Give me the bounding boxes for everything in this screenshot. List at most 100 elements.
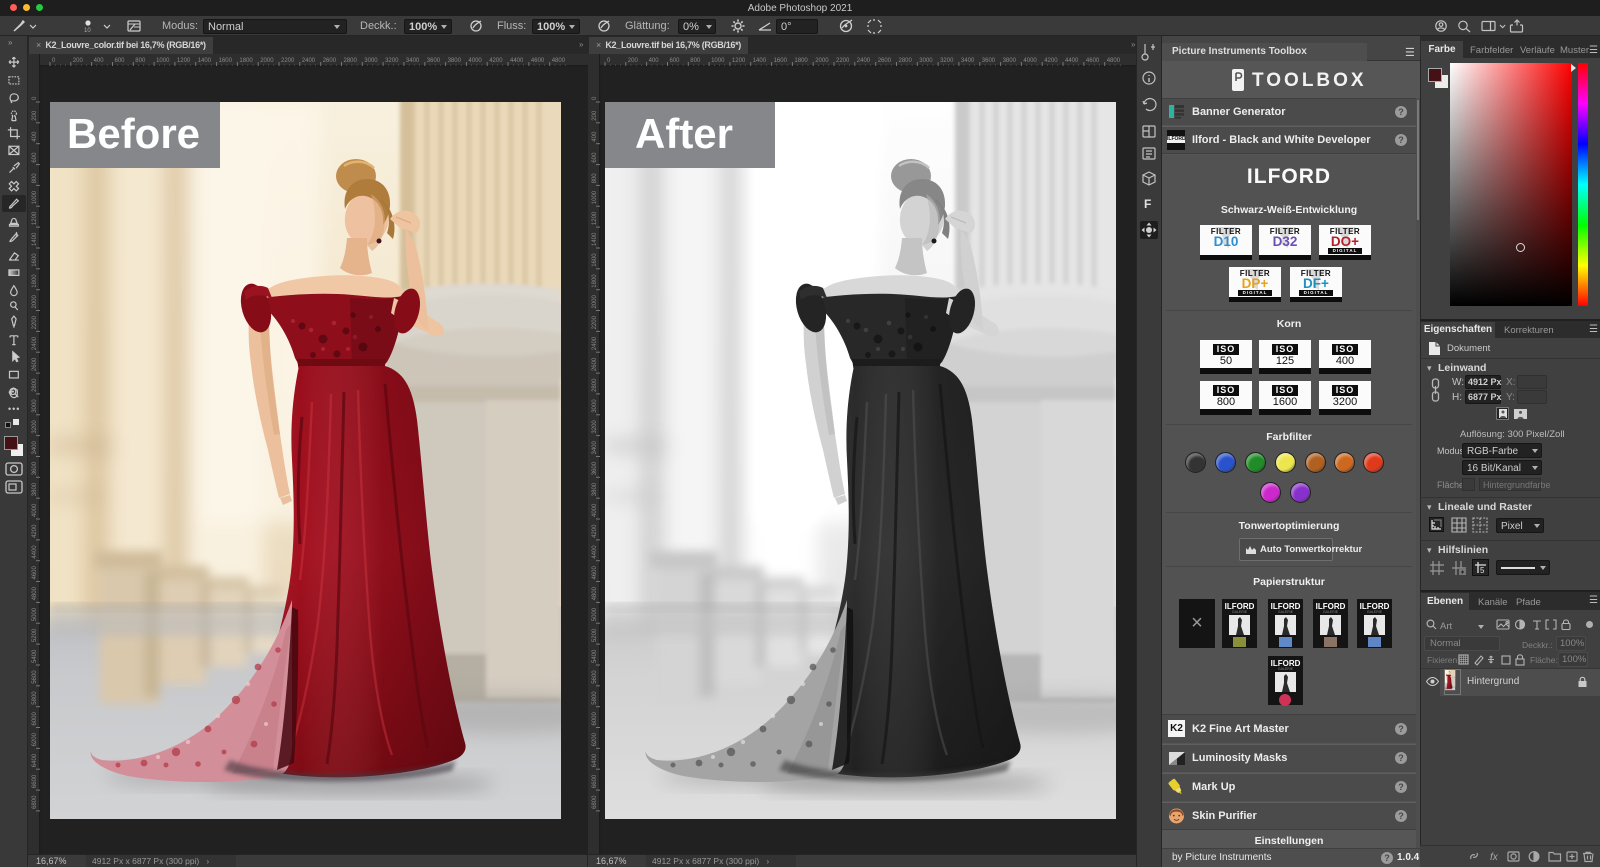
- svg-text:1800: 1800: [592, 274, 598, 288]
- svg-text:2600: 2600: [323, 58, 337, 64]
- svg-text:5800: 5800: [32, 691, 38, 705]
- svg-text:3000: 3000: [32, 399, 38, 413]
- svg-text:4400: 4400: [510, 58, 524, 64]
- svg-text:4200: 4200: [1044, 58, 1058, 64]
- svg-text:1000: 1000: [156, 58, 170, 64]
- svg-text:4400: 4400: [592, 545, 598, 559]
- svg-text:6800: 6800: [32, 795, 38, 809]
- svg-text:400: 400: [649, 58, 660, 64]
- svg-text:2400: 2400: [32, 336, 38, 350]
- svg-text:800: 800: [32, 173, 38, 184]
- svg-text:2600: 2600: [592, 357, 598, 371]
- svg-text:2200: 2200: [836, 58, 850, 64]
- svg-text:3600: 3600: [592, 461, 598, 475]
- svg-text:5: 5: [1480, 566, 1485, 574]
- svg-text:4200: 4200: [32, 524, 38, 538]
- svg-text:2000: 2000: [32, 294, 38, 308]
- svg-text:200: 200: [628, 58, 639, 64]
- svg-text:3200: 3200: [385, 58, 399, 64]
- svg-text:1400: 1400: [32, 232, 38, 246]
- svg-text:4800: 4800: [1107, 58, 1121, 64]
- svg-text:1600: 1600: [219, 58, 233, 64]
- svg-text:2800: 2800: [899, 58, 913, 64]
- svg-text:4800: 4800: [592, 586, 598, 600]
- svg-text:800: 800: [690, 58, 701, 64]
- svg-text:3000: 3000: [364, 58, 378, 64]
- svg-text:6200: 6200: [592, 732, 598, 746]
- svg-text:3800: 3800: [1003, 58, 1017, 64]
- svg-text:1600: 1600: [32, 253, 38, 267]
- svg-text:600: 600: [592, 152, 598, 163]
- svg-text:1800: 1800: [794, 58, 808, 64]
- svg-text:4600: 4600: [1086, 58, 1100, 64]
- svg-text:3400: 3400: [406, 58, 420, 64]
- svg-text:6800: 6800: [592, 795, 598, 809]
- svg-text:200: 200: [592, 110, 598, 121]
- svg-text:3400: 3400: [961, 58, 975, 64]
- svg-text:4400: 4400: [1065, 58, 1079, 64]
- svg-text:4800: 4800: [552, 58, 566, 64]
- svg-text:200: 200: [32, 110, 38, 121]
- svg-text:400: 400: [32, 131, 38, 142]
- svg-text:6200: 6200: [32, 732, 38, 746]
- svg-text:3200: 3200: [592, 420, 598, 434]
- svg-text:4200: 4200: [592, 524, 598, 538]
- svg-text:4400: 4400: [32, 545, 38, 559]
- svg-text:2800: 2800: [592, 378, 598, 392]
- svg-text:600: 600: [115, 58, 126, 64]
- svg-text:2600: 2600: [32, 357, 38, 371]
- svg-text:800: 800: [135, 58, 146, 64]
- svg-text:5000: 5000: [592, 607, 598, 621]
- svg-text:6600: 6600: [592, 774, 598, 788]
- svg-text:4000: 4000: [1023, 58, 1037, 64]
- svg-text:2000: 2000: [260, 58, 274, 64]
- svg-text:1400: 1400: [198, 58, 212, 64]
- svg-text:6000: 6000: [592, 711, 598, 725]
- svg-text:2800: 2800: [344, 58, 358, 64]
- svg-text:1600: 1600: [774, 58, 788, 64]
- svg-text:1800: 1800: [32, 274, 38, 288]
- svg-text:600: 600: [32, 152, 38, 163]
- svg-text:200: 200: [73, 58, 84, 64]
- svg-text:5800: 5800: [592, 691, 598, 705]
- svg-text:5400: 5400: [32, 649, 38, 663]
- svg-text:1800: 1800: [239, 58, 253, 64]
- svg-text:3200: 3200: [32, 420, 38, 434]
- svg-text:2400: 2400: [302, 58, 316, 64]
- svg-text:0: 0: [52, 58, 56, 64]
- svg-text:0: 0: [32, 96, 38, 100]
- svg-text:3600: 3600: [32, 461, 38, 475]
- svg-text:3600: 3600: [427, 58, 441, 64]
- svg-text:1000: 1000: [592, 190, 598, 204]
- svg-text:1200: 1200: [732, 58, 746, 64]
- svg-text:1400: 1400: [592, 232, 598, 246]
- svg-text:3400: 3400: [32, 440, 38, 454]
- svg-text:2000: 2000: [592, 294, 598, 308]
- svg-text:6400: 6400: [592, 753, 598, 767]
- svg-text:3000: 3000: [592, 399, 598, 413]
- svg-text:5600: 5600: [592, 670, 598, 684]
- svg-text:3800: 3800: [32, 482, 38, 496]
- svg-text:4600: 4600: [592, 565, 598, 579]
- svg-text:3800: 3800: [592, 482, 598, 496]
- svg-text:2800: 2800: [32, 378, 38, 392]
- svg-text:10: 10: [84, 28, 91, 34]
- svg-text:2400: 2400: [857, 58, 871, 64]
- svg-text:2000: 2000: [815, 58, 829, 64]
- svg-text:1600: 1600: [592, 253, 598, 267]
- svg-text:2200: 2200: [592, 315, 598, 329]
- svg-text:fx: fx: [1490, 852, 1499, 863]
- svg-text:1000: 1000: [711, 58, 725, 64]
- svg-text:0: 0: [592, 96, 598, 100]
- svg-text:4600: 4600: [531, 58, 545, 64]
- svg-text:400: 400: [592, 131, 598, 142]
- svg-text:800: 800: [592, 173, 598, 184]
- svg-text:1200: 1200: [32, 211, 38, 225]
- svg-text:1000: 1000: [32, 190, 38, 204]
- svg-text:4000: 4000: [592, 503, 598, 517]
- svg-text:5400: 5400: [592, 649, 598, 663]
- svg-text:6600: 6600: [32, 774, 38, 788]
- svg-text:1200: 1200: [177, 58, 191, 64]
- svg-text:F: F: [1144, 197, 1151, 211]
- svg-text:3000: 3000: [919, 58, 933, 64]
